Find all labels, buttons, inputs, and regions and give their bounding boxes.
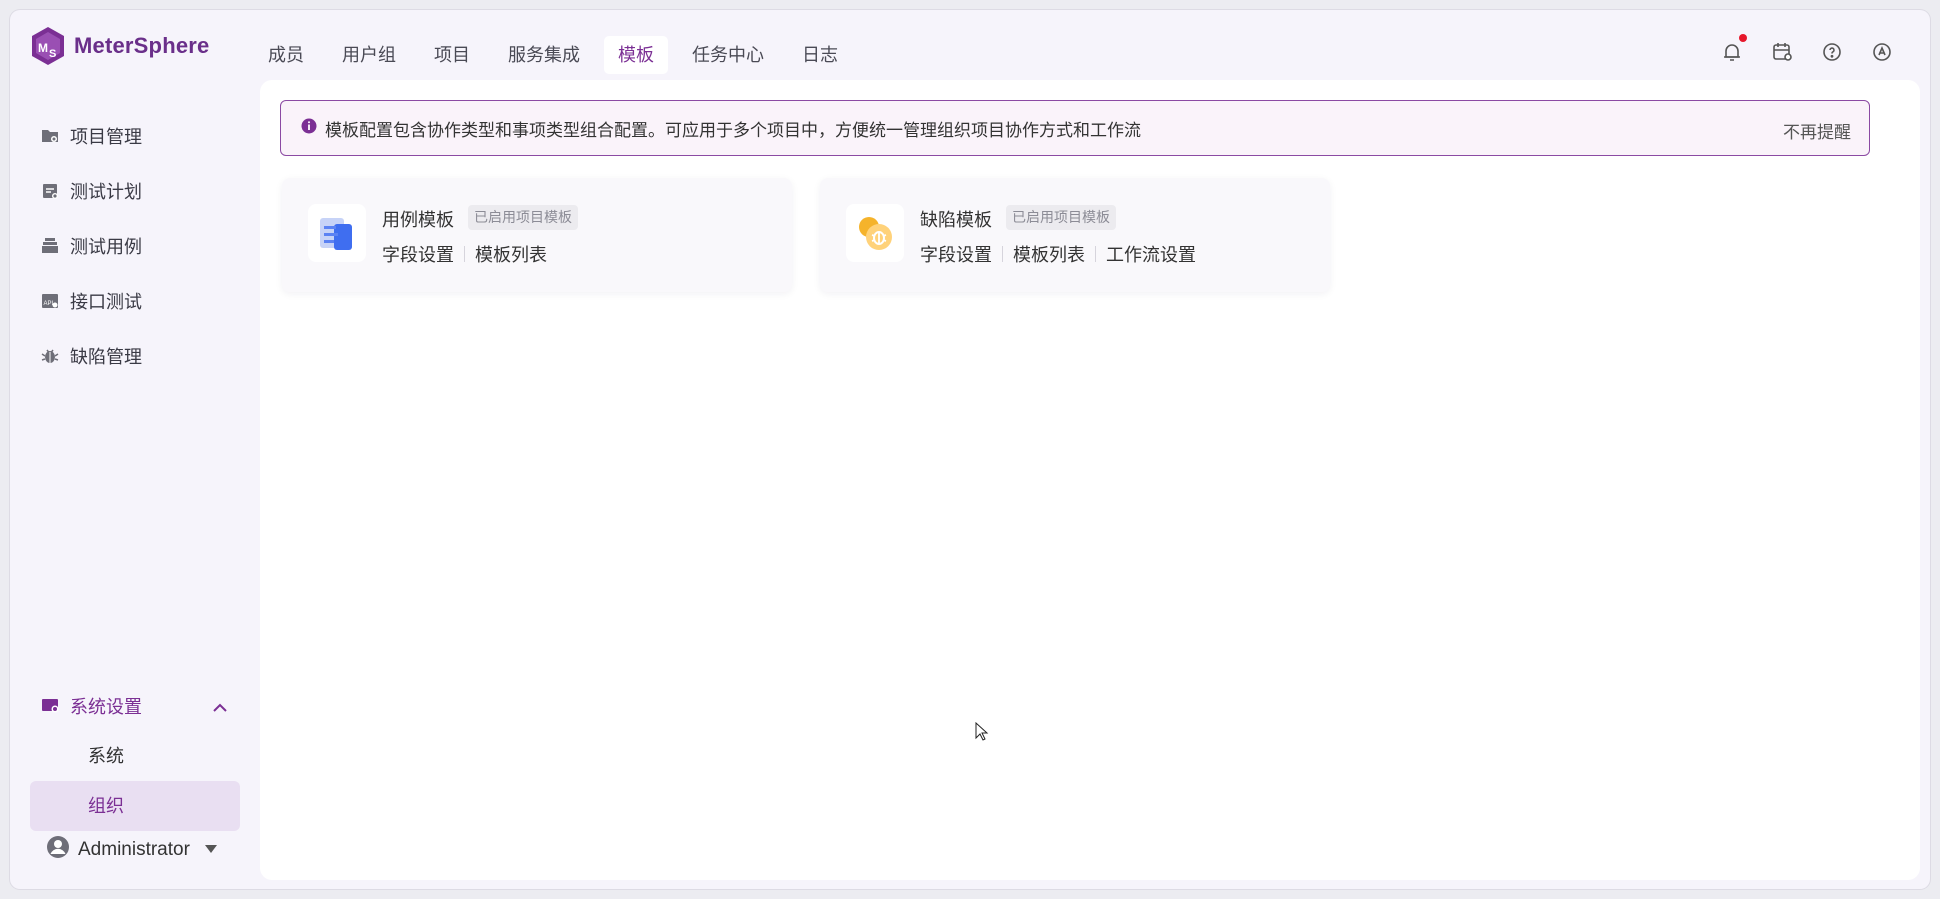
help-icon[interactable] xyxy=(1820,40,1844,64)
sidebar-item-project-management[interactable]: 项目管理 xyxy=(40,116,142,156)
nav-task-center[interactable]: 任务中心 xyxy=(678,36,778,74)
status-badge: 已启用项目模板 xyxy=(1006,205,1116,230)
app-name: MeterSphere xyxy=(74,33,210,58)
notification-dot xyxy=(1739,34,1747,42)
case-template-icon xyxy=(308,204,366,262)
settings-monitor-icon xyxy=(40,696,60,716)
sidebar-item-test-plan[interactable]: 测试计划 xyxy=(40,171,142,211)
alert-message: 模板配置包含协作类型和事项类型组合配置。可应用于多个项目中，方便统一管理组织项目… xyxy=(325,120,1141,140)
nav-logs[interactable]: 日志 xyxy=(788,36,852,74)
nav-projects[interactable]: 项目 xyxy=(420,36,484,74)
svg-text:API: API xyxy=(44,301,54,307)
field-settings-link[interactable]: 字段设置 xyxy=(382,241,454,267)
case-stack-icon xyxy=(40,236,60,256)
card-links: 字段设置 模板列表 xyxy=(382,241,547,267)
bug-template-card: 缺陷模板 已启用项目模板 字段设置 模板列表 工作流设置 xyxy=(820,178,1330,292)
svg-text:M: M xyxy=(38,41,48,55)
case-template-card: 用例模板 已启用项目模板 字段设置 模板列表 xyxy=(282,178,792,292)
user-menu[interactable]: Administrator xyxy=(46,835,218,864)
chevron-up-icon[interactable] xyxy=(212,698,228,719)
avatar xyxy=(46,835,70,864)
api-icon: API xyxy=(40,291,60,311)
bell-icon[interactable] xyxy=(1720,34,1747,64)
sidebar-subitem-organization[interactable]: 组织 xyxy=(30,781,240,831)
header-actions xyxy=(1694,34,1894,64)
top-nav: 成员 用户组 项目 服务集成 模板 任务中心 日志 xyxy=(254,36,862,74)
bug-template-icon xyxy=(846,204,904,262)
sidebar-subitem-system[interactable]: 系统 xyxy=(30,731,240,781)
logo[interactable]: M S MeterSphere xyxy=(30,26,209,66)
sidebar-item-label: 接口测试 xyxy=(70,292,142,312)
mouse-cursor-icon xyxy=(975,721,989,747)
sidebar-item-system-settings[interactable]: 系统设置 xyxy=(40,686,240,726)
divider xyxy=(1002,246,1003,262)
template-list-link[interactable]: 模板列表 xyxy=(475,241,547,267)
user-name: Administrator xyxy=(78,838,190,860)
field-settings-link[interactable]: 字段设置 xyxy=(920,241,992,267)
test-plan-icon xyxy=(40,181,60,201)
nav-members[interactable]: 成员 xyxy=(254,36,318,74)
status-badge: 已启用项目模板 xyxy=(468,205,578,230)
sidebar-item-label: 缺陷管理 xyxy=(70,347,142,367)
sidebar-item-api-test[interactable]: API 接口测试 xyxy=(40,281,142,321)
language-icon[interactable] xyxy=(1870,40,1894,64)
calendar-icon[interactable] xyxy=(1770,40,1794,64)
sidebar-item-label: 项目管理 xyxy=(70,127,142,147)
workflow-settings-link[interactable]: 工作流设置 xyxy=(1106,241,1196,267)
info-icon xyxy=(301,118,317,139)
nav-templates[interactable]: 模板 xyxy=(604,36,668,74)
info-alert: 模板配置包含协作类型和事项类型组合配置。可应用于多个项目中，方便统一管理组织项目… xyxy=(280,100,1870,156)
main-content: 模板配置包含协作类型和事项类型组合配置。可应用于多个项目中，方便统一管理组织项目… xyxy=(260,80,1920,880)
app-window: M S MeterSphere 成员 用户组 项目 服务集成 模板 任务中心 日… xyxy=(10,10,1930,889)
bug-icon xyxy=(40,346,60,366)
caret-down-icon[interactable] xyxy=(204,841,218,859)
top-header: M S MeterSphere 成员 用户组 项目 服务集成 模板 任务中心 日… xyxy=(10,10,1930,80)
nav-service-integration[interactable]: 服务集成 xyxy=(494,36,594,74)
dismiss-alert-link[interactable]: 不再提醒 xyxy=(1783,118,1851,143)
card-title: 缺陷模板 xyxy=(920,210,992,230)
metersphere-logo-icon: M S xyxy=(32,27,64,65)
sidebar-item-label: 测试用例 xyxy=(70,237,142,257)
sidebar-item-bug-management[interactable]: 缺陷管理 xyxy=(40,336,142,376)
folder-icon xyxy=(40,126,60,146)
template-list-link[interactable]: 模板列表 xyxy=(1013,241,1085,267)
sidebar-item-label: 系统设置 xyxy=(70,697,142,717)
divider xyxy=(1095,246,1096,262)
svg-text:S: S xyxy=(49,48,56,60)
sidebar: 项目管理 测试计划 测试用例 API 接口测试 缺陷管理 系统设置 系统 组织 … xyxy=(10,80,260,889)
divider xyxy=(464,246,465,262)
card-title: 用例模板 xyxy=(382,210,454,230)
card-links: 字段设置 模板列表 工作流设置 xyxy=(920,241,1196,267)
nav-user-groups[interactable]: 用户组 xyxy=(328,36,410,74)
sidebar-item-label: 测试计划 xyxy=(70,182,142,202)
sidebar-item-test-cases[interactable]: 测试用例 xyxy=(40,226,142,266)
